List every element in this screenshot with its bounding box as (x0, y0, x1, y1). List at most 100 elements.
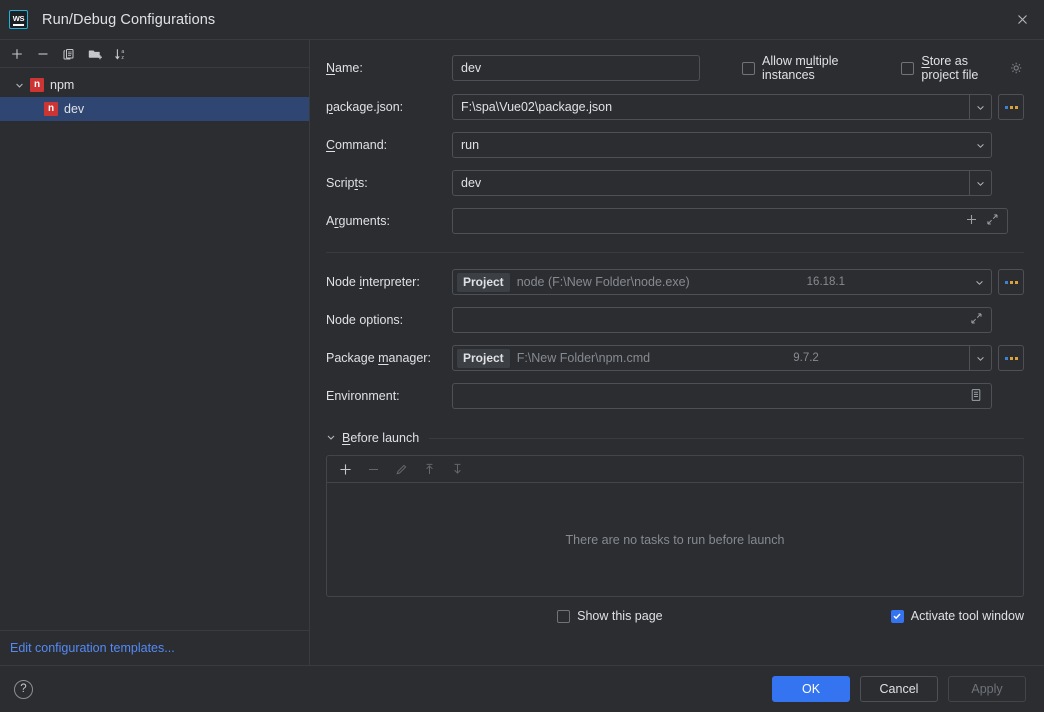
command-row: Command: run (326, 132, 1024, 158)
package-json-combobox[interactable]: F:\spa\Vue02\package.json (452, 94, 992, 120)
node-options-input[interactable] (452, 307, 992, 333)
store-as-project-file-label: Store as project file (921, 54, 979, 82)
allow-multiple-instances-label: Allow multiple instances (762, 54, 839, 82)
tree-item-label: dev (64, 102, 85, 116)
npm-icon: n (30, 78, 44, 92)
title-bar: WS Run/Debug Configurations (0, 0, 1044, 40)
before-launch-title: Before launch (342, 431, 420, 445)
store-as-project-file-checkbox[interactable]: Store as project file (901, 54, 1004, 82)
name-label: Name: (326, 61, 363, 75)
name-value: dev (461, 61, 482, 75)
package-manager-browse-button[interactable] (998, 345, 1024, 371)
gear-icon[interactable] (1009, 61, 1024, 76)
package-json-browse-button[interactable] (998, 94, 1024, 120)
checkbox-box[interactable] (890, 609, 904, 623)
package-manager-row: Package manager: Project F:\New Folder\n… (326, 345, 1024, 371)
move-task-down-button[interactable] (445, 458, 470, 480)
sidebar-footer: Edit configuration templates... (0, 630, 309, 665)
chevron-down-icon[interactable] (12, 81, 26, 90)
package-manager-label: Package manager: (326, 351, 431, 365)
ellipsis-icon (1004, 280, 1018, 284)
node-interpreter-version: 16.18.1 (806, 276, 846, 288)
node-options-row: Node options: (326, 307, 1024, 333)
package-manager-scope-tag: Project (457, 348, 510, 368)
arguments-row: Arguments: (326, 208, 1024, 234)
command-value: run (461, 138, 480, 152)
form-divider (326, 252, 1024, 253)
expand-icon[interactable] (986, 213, 999, 229)
cancel-button[interactable]: Cancel (860, 676, 938, 702)
configuration-form-panel: Name: dev Allow multiple instances Store… (310, 40, 1044, 665)
tree-group-label: npm (50, 78, 75, 92)
configurations-tree: n npm n dev (0, 68, 309, 630)
command-combobox[interactable]: run (452, 132, 992, 158)
environment-input[interactable] (452, 383, 992, 409)
webstorm-logo-icon: WS (9, 10, 28, 29)
checkbox-box[interactable] (901, 61, 915, 75)
close-icon[interactable] (1006, 5, 1038, 35)
edit-task-button[interactable] (389, 458, 414, 480)
ellipsis-icon (1004, 356, 1018, 360)
add-configuration-button[interactable] (5, 43, 29, 65)
node-interpreter-value: node (F:\New Folder\node.exe) (516, 275, 690, 289)
add-argument-icon[interactable] (965, 213, 978, 229)
chevron-down-icon[interactable] (968, 346, 991, 370)
chevron-down-icon[interactable] (969, 171, 991, 195)
remove-task-button[interactable] (361, 458, 386, 480)
scripts-combobox[interactable]: dev (452, 170, 992, 196)
configurations-sidebar: a z n npm n dev Edit configuration templ… (0, 40, 310, 665)
arguments-label: Arguments: (326, 214, 390, 228)
show-this-page-label: Show this page (577, 609, 663, 623)
dialog-footer: ? OK Cancel Apply (0, 665, 1044, 712)
activate-tool-window-label: Activate tool window (910, 609, 1024, 623)
name-input[interactable]: dev (452, 55, 700, 81)
ok-button[interactable]: OK (772, 676, 850, 702)
package-json-label: package.json: (326, 100, 404, 114)
name-row: Name: dev Allow multiple instances Store… (326, 54, 1024, 82)
launch-options-row: Show this page Activate tool window (326, 609, 1024, 623)
scripts-label: Scripts: (326, 176, 368, 190)
before-launch-header[interactable]: Before launch (326, 431, 1024, 445)
dialog-body: a z n npm n dev Edit configuration templ… (0, 40, 1044, 665)
checkbox-box[interactable] (557, 609, 571, 623)
environment-row: Environment: (326, 383, 1024, 409)
package-json-value: F:\spa\Vue02\package.json (461, 100, 613, 114)
chevron-down-icon[interactable] (969, 270, 991, 294)
apply-button[interactable]: Apply (948, 676, 1026, 702)
chevron-down-icon[interactable] (969, 133, 991, 157)
help-icon[interactable]: ? (14, 679, 33, 699)
copy-configuration-button[interactable] (57, 43, 81, 65)
npm-icon: n (44, 102, 58, 116)
expand-icon[interactable] (970, 312, 983, 328)
node-interpreter-label: Node interpreter: (326, 275, 420, 289)
arguments-input[interactable] (452, 208, 1008, 234)
remove-configuration-button[interactable] (31, 43, 55, 65)
package-json-row: package.json: F:\spa\Vue02\package.json (326, 94, 1024, 120)
edit-configuration-templates-link[interactable]: Edit configuration templates... (10, 641, 175, 655)
node-options-label: Node options: (326, 313, 404, 327)
activate-tool-window-checkbox[interactable]: Activate tool window (890, 609, 1024, 623)
before-launch-section: Before launch There are no tasks to run … (326, 431, 1024, 623)
checkbox-box[interactable] (742, 61, 755, 75)
node-interpreter-browse-button[interactable] (998, 269, 1024, 295)
before-launch-tasks-box: There are no tasks to run before launch (326, 455, 1024, 597)
before-launch-toolbar (327, 456, 1023, 483)
add-task-button[interactable] (333, 458, 358, 480)
tree-item-dev[interactable]: n dev (0, 97, 309, 121)
allow-multiple-instances-checkbox[interactable]: Allow multiple instances (742, 54, 865, 82)
sort-configurations-button[interactable]: a z (109, 43, 133, 65)
chevron-down-icon[interactable] (326, 431, 336, 445)
node-interpreter-scope-tag: Project (457, 272, 510, 292)
new-folder-button[interactable] (83, 43, 107, 65)
show-this-page-checkbox[interactable]: Show this page (557, 609, 663, 623)
package-manager-combobox[interactable]: Project F:\New Folder\npm.cmd 9.7.2 (452, 345, 992, 371)
ellipsis-icon (1004, 105, 1018, 109)
sidebar-toolbar: a z (0, 40, 309, 68)
move-task-up-button[interactable] (417, 458, 442, 480)
configuration-form: Name: dev Allow multiple instances Store… (310, 40, 1044, 665)
tree-group-npm[interactable]: n npm (0, 73, 309, 97)
chevron-down-icon[interactable] (969, 95, 991, 119)
node-interpreter-row: Node interpreter: Project node (F:\New F… (326, 269, 1024, 295)
environment-variables-icon[interactable] (969, 388, 983, 405)
node-interpreter-combobox[interactable]: Project node (F:\New Folder\node.exe) 16… (452, 269, 992, 295)
